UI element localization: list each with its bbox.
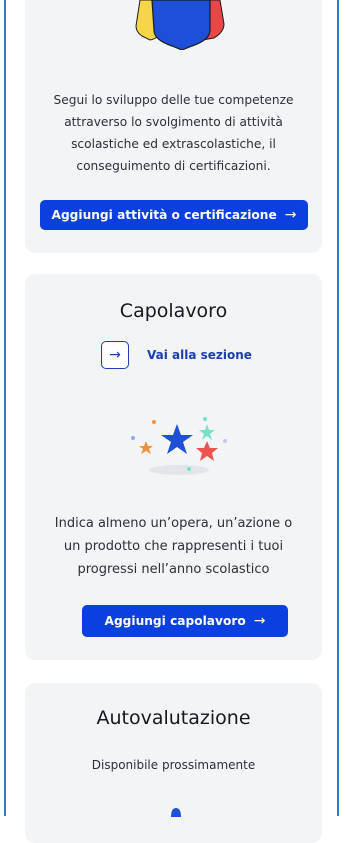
goto-section-link[interactable]: → Vai alla sezione	[101, 341, 252, 369]
add-capolavoro-label: Aggiungi capolavoro	[104, 614, 246, 628]
add-activity-label: Aggiungi attività o certificazione	[51, 208, 277, 222]
add-activity-button[interactable]: Aggiungi attività o certificazione →	[40, 200, 308, 230]
autovalutazione-title: Autovalutazione	[96, 707, 251, 729]
arrow-right-icon: →	[101, 341, 129, 369]
arrow-right-icon: →	[284, 207, 297, 223]
capolavoro-description: Indica almeno un’opera, un’azione o un p…	[54, 516, 293, 577]
capolavoro-title: Capolavoro	[119, 300, 228, 322]
competenze-description: Segui lo sviluppo delle tue competenze a…	[53, 93, 294, 173]
goto-section-label: Vai alla sezione	[147, 348, 252, 362]
capolavoro-card: Capolavoro → Vai alla sezione Indica alm…	[25, 274, 322, 660]
competenze-card: Segui lo sviluppo delle tue competenze a…	[25, 0, 322, 253]
shield-badge-icon	[135, 0, 225, 50]
autovalutazione-card: Autovalutazione Disponibile prossimament…	[25, 683, 322, 843]
arrow-right-icon: →	[253, 613, 266, 629]
stars-icon	[131, 417, 227, 475]
app-frame: Segui lo sviluppo delle tue competenze a…	[4, 0, 339, 843]
autovalutazione-status: Disponibile prossimamente	[91, 758, 256, 772]
add-capolavoro-button[interactable]: Aggiungi capolavoro →	[82, 605, 288, 637]
